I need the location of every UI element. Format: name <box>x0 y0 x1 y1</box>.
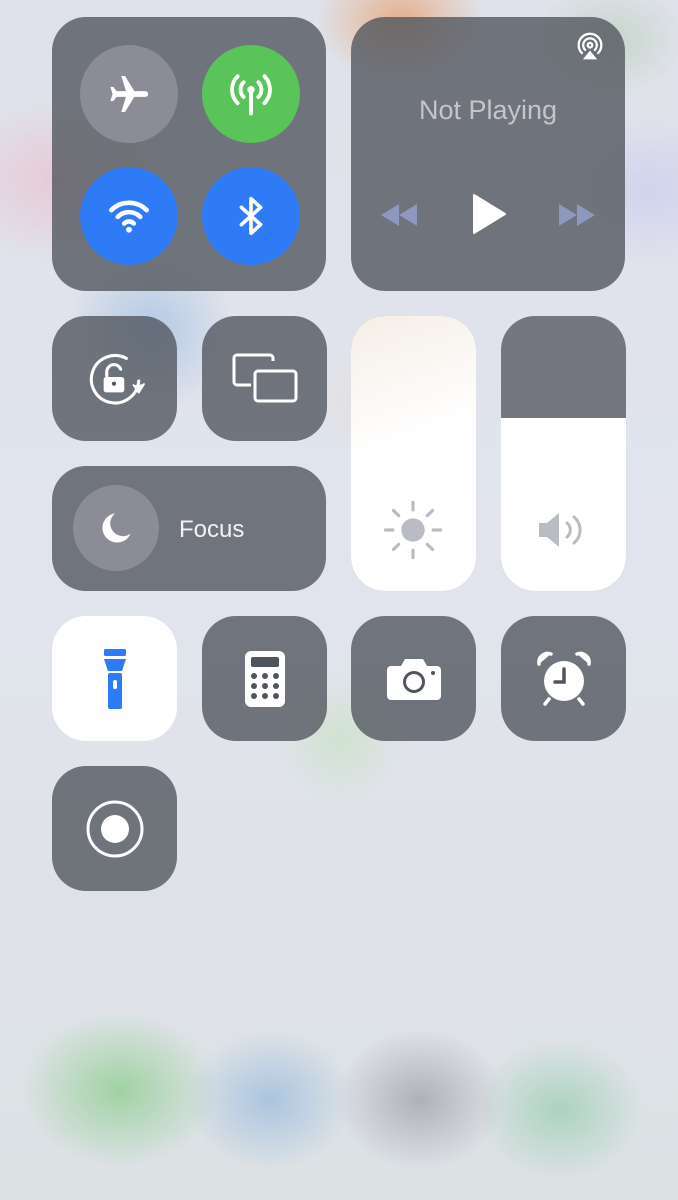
wifi-toggle[interactable] <box>80 167 178 265</box>
wifi-icon <box>109 200 149 233</box>
camera-icon <box>386 658 441 700</box>
brightness-slider[interactable] <box>351 316 476 591</box>
brightness-icon-wrap <box>379 496 447 564</box>
calculator-button[interactable] <box>202 616 327 741</box>
now-playing-panel[interactable]: Not Playing <box>351 17 625 291</box>
play-button[interactable] <box>471 193 507 235</box>
connectivity-panel <box>52 17 326 291</box>
airplane-icon <box>110 75 149 113</box>
fast-forward-icon <box>559 204 595 226</box>
airplay-audio-icon <box>577 32 603 60</box>
bluetooth-toggle[interactable] <box>202 167 300 265</box>
play-icon <box>473 194 506 234</box>
screen-recording-button[interactable] <box>52 766 177 891</box>
alarm-button[interactable] <box>501 616 626 741</box>
screen-mirroring-button[interactable] <box>202 316 327 441</box>
volume-icon-wrap <box>535 506 593 554</box>
fast-forward-button[interactable] <box>557 201 597 229</box>
orientation-lock-button[interactable] <box>52 316 177 441</box>
volume-slider[interactable] <box>501 316 626 591</box>
airplay-button[interactable] <box>573 31 607 65</box>
now-playing-title: Not Playing <box>418 95 558 125</box>
cellular-data-toggle[interactable] <box>202 45 300 143</box>
cellular-antenna-icon <box>230 74 272 116</box>
focus-icon-circle <box>73 485 159 571</box>
rotation-lock-icon <box>89 353 145 404</box>
flashlight-button[interactable] <box>52 616 177 741</box>
volume-level-fill <box>501 417 626 591</box>
airplane-mode-toggle[interactable] <box>80 45 178 143</box>
bluetooth-icon <box>239 196 263 236</box>
moon-icon <box>102 513 131 543</box>
rewind-icon <box>381 204 417 226</box>
focus-button[interactable]: Focus <box>52 466 326 591</box>
alarm-clock-icon <box>536 651 591 706</box>
camera-button[interactable] <box>351 616 476 741</box>
screen-mirroring-icon <box>232 353 297 402</box>
screen-record-icon <box>86 800 143 857</box>
focus-label: Focus <box>179 516 245 543</box>
calculator-icon <box>244 650 285 707</box>
sun-icon <box>383 500 443 560</box>
rewind-button[interactable] <box>379 201 419 229</box>
flashlight-icon <box>103 648 126 709</box>
speaker-icon <box>539 513 582 547</box>
